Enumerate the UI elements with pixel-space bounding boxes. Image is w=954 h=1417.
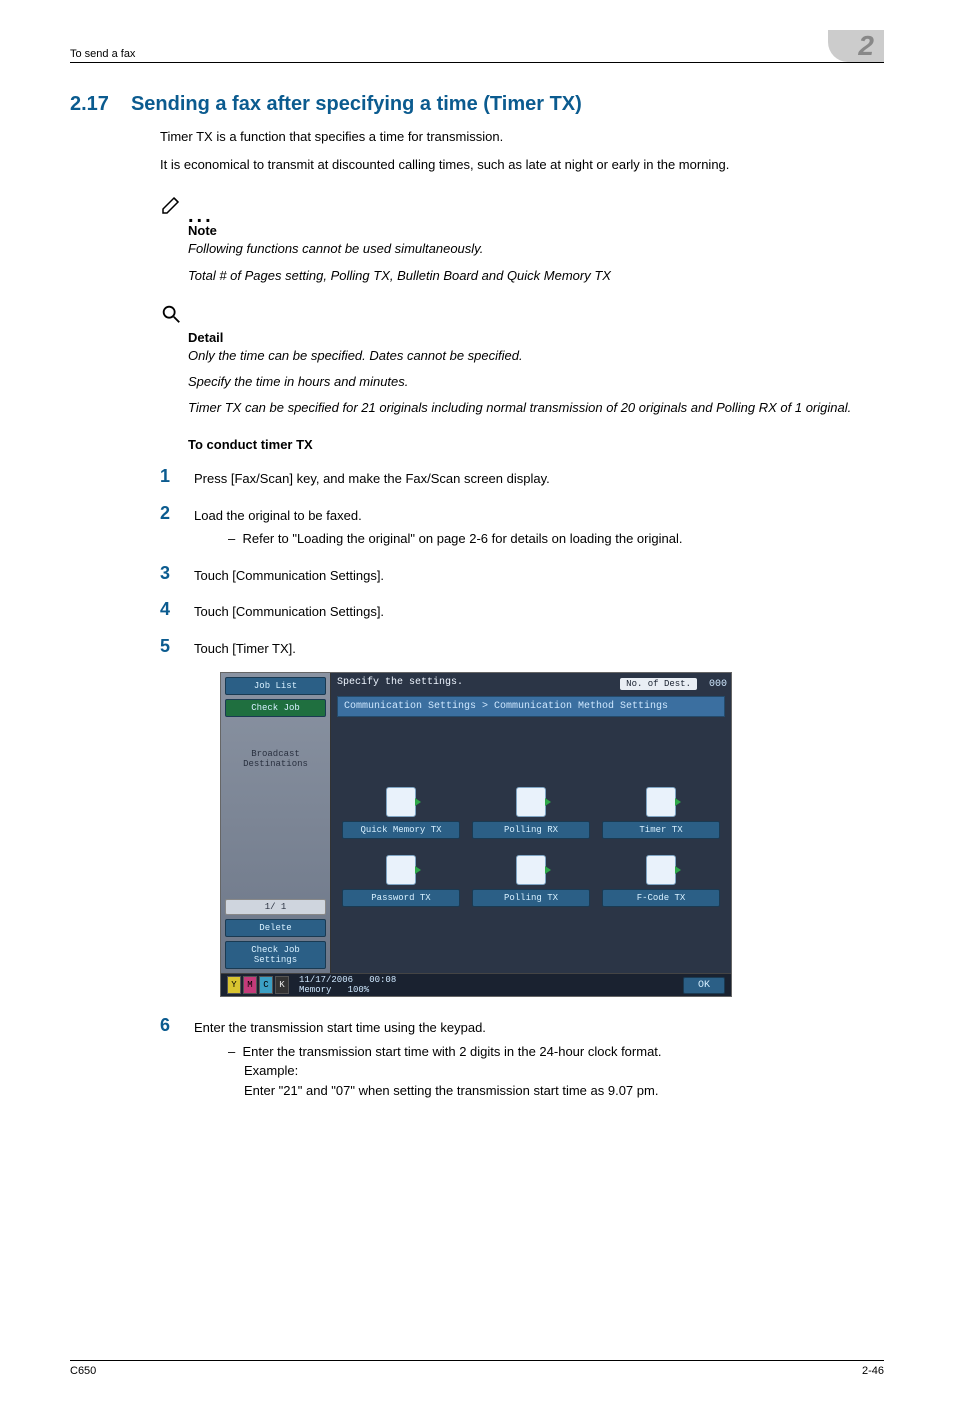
step-2-sub-text: Refer to "Loading the original" on page … xyxy=(242,531,682,546)
step-3: 3 Touch [Communication Settings]. xyxy=(160,563,884,586)
fcode-tx-option[interactable]: F-Code TX xyxy=(605,855,717,907)
device-sidebar: Job List Check Job Broadcast Destination… xyxy=(221,673,331,973)
note-line-2: Total # of Pages setting, Polling TX, Bu… xyxy=(188,267,884,285)
detail-label: Detail xyxy=(188,330,884,345)
step-6-sub1: Enter the transmission start time with 2… xyxy=(242,1044,661,1059)
password-tx-label: Password TX xyxy=(342,889,460,907)
status-memory-label: Memory xyxy=(299,985,331,995)
page-indicator: 1/ 1 xyxy=(225,899,326,915)
polling-tx-label: Polling TX xyxy=(472,889,590,907)
password-tx-option[interactable]: Password TX xyxy=(345,855,457,907)
step-number: 5 xyxy=(160,636,176,657)
section-title: Sending a fax after specifying a time (T… xyxy=(131,93,582,116)
password-tx-icon xyxy=(386,855,416,885)
step-number: 1 xyxy=(160,466,176,487)
step-number: 6 xyxy=(160,1015,176,1036)
page: To send a fax 2 2.17 Sending a fax after… xyxy=(0,0,954,1417)
body: Timer TX is a function that specifies a … xyxy=(160,128,884,1100)
note-block: ... Note Following functions cannot be u… xyxy=(160,192,884,284)
step-5: 5 Touch [Timer TX]. xyxy=(160,636,884,659)
polling-rx-icon xyxy=(516,787,546,817)
step-6-text: Enter the transmission start time using … xyxy=(194,1015,662,1100)
section-heading: 2.17 Sending a fax after specifying a ti… xyxy=(70,93,884,116)
check-job-button[interactable]: Check Job xyxy=(225,699,326,717)
step-6-sub: – Enter the transmission start time with… xyxy=(228,1042,662,1101)
timer-tx-label: Timer TX xyxy=(602,821,720,839)
status-date: 11/17/2006 xyxy=(299,975,353,985)
polling-tx-option[interactable]: Polling TX xyxy=(475,855,587,907)
device-main: Specify the settings. No. of Dest. 000 C… xyxy=(331,673,731,973)
section-number: 2.17 xyxy=(70,93,109,116)
pencil-icon xyxy=(160,192,184,221)
note-line-1: Following functions cannot be used simul… xyxy=(188,240,884,258)
procedure-heading: To conduct timer TX xyxy=(188,437,884,452)
toner-y-icon: Y xyxy=(227,976,241,994)
detail-block: Detail Only the time can be specified. D… xyxy=(160,303,884,418)
polling-tx-icon xyxy=(516,855,546,885)
device-statusbar: Y M C K 11/17/2006 00:08 Memory 100% OK xyxy=(221,973,731,996)
device-screenshot: Job List Check Job Broadcast Destination… xyxy=(220,672,732,997)
toner-c-icon: C xyxy=(259,976,273,994)
detail-line-3: Timer TX can be specified for 21 origina… xyxy=(188,399,884,417)
step-3-text: Touch [Communication Settings]. xyxy=(194,563,384,586)
status-info-block: 11/17/2006 00:08 Memory 100% xyxy=(289,975,683,995)
broadcast-destinations-label: Broadcast Destinations xyxy=(225,749,326,769)
polling-rx-option[interactable]: Polling RX xyxy=(475,787,587,839)
fcode-tx-icon xyxy=(646,855,676,885)
ellipsis-icon: ... xyxy=(188,211,214,221)
detail-line-2: Specify the time in hours and minutes. xyxy=(188,373,884,391)
device-options-grid: Quick Memory TX Polling RX Timer TX xyxy=(331,717,731,973)
step-1: 1 Press [Fax/Scan] key, and make the Fax… xyxy=(160,466,884,489)
status-memory-value: 100% xyxy=(348,985,370,995)
page-header: To send a fax 2 xyxy=(70,30,884,63)
step-number: 4 xyxy=(160,599,176,620)
timer-tx-option[interactable]: Timer TX xyxy=(605,787,717,839)
num-of-dest-label: No. of Dest. xyxy=(620,678,697,690)
num-of-dest-value: 000 xyxy=(709,679,727,690)
toner-k-icon: K xyxy=(275,976,289,994)
device-titlebar: Specify the settings. No. of Dest. 000 xyxy=(331,673,731,692)
step-number: 2 xyxy=(160,503,176,524)
job-list-button[interactable]: Job List xyxy=(225,677,326,695)
device-body: Job List Check Job Broadcast Destination… xyxy=(221,673,731,973)
toner-m-icon: M xyxy=(243,976,257,994)
header-breadcrumb: To send a fax xyxy=(70,48,135,62)
page-footer: C650 2-46 xyxy=(70,1360,884,1377)
step-5-text: Touch [Timer TX]. xyxy=(194,636,296,659)
polling-rx-label: Polling RX xyxy=(472,821,590,839)
step-6-sub2: Example: xyxy=(244,1063,298,1078)
step-6: 6 Enter the transmission start time usin… xyxy=(160,1015,884,1100)
detail-line-1: Only the time can be specified. Dates ca… xyxy=(188,347,884,365)
device-breadcrumb: Communication Settings > Communication M… xyxy=(337,696,725,717)
fcode-tx-label: F-Code TX xyxy=(602,889,720,907)
device-title: Specify the settings. xyxy=(331,673,469,692)
quick-memory-tx-option[interactable]: Quick Memory TX xyxy=(345,787,457,839)
quick-memory-tx-icon xyxy=(386,787,416,817)
step-1-text: Press [Fax/Scan] key, and make the Fax/S… xyxy=(194,466,550,489)
intro-paragraph-1: Timer TX is a function that specifies a … xyxy=(160,128,884,146)
toner-indicators: Y M C K xyxy=(227,976,289,994)
timer-tx-icon xyxy=(646,787,676,817)
delete-button[interactable]: Delete xyxy=(225,919,326,937)
step-2-main: Load the original to be faxed. xyxy=(194,508,362,523)
step-2-sub: – Refer to "Loading the original" on pag… xyxy=(228,529,682,549)
step-6-sub3: Enter "21" and "07" when setting the tra… xyxy=(244,1083,658,1098)
footer-page: 2-46 xyxy=(862,1365,884,1377)
quick-memory-tx-label: Quick Memory TX xyxy=(342,821,460,839)
step-6-main: Enter the transmission start time using … xyxy=(194,1020,486,1035)
step-2: 2 Load the original to be faxed. – Refer… xyxy=(160,503,884,549)
footer-model: C650 xyxy=(70,1365,96,1377)
step-2-text: Load the original to be faxed. – Refer t… xyxy=(194,503,682,549)
step-number: 3 xyxy=(160,563,176,584)
ok-button[interactable]: OK xyxy=(683,977,725,994)
note-label: Note xyxy=(188,223,884,238)
status-time: 00:08 xyxy=(369,975,396,985)
intro-paragraph-2: It is economical to transmit at discount… xyxy=(160,156,884,174)
step-4: 4 Touch [Communication Settings]. xyxy=(160,599,884,622)
step-4-text: Touch [Communication Settings]. xyxy=(194,599,384,622)
magnifier-icon xyxy=(160,303,884,330)
note-icon-row: ... xyxy=(160,192,884,221)
chapter-number-badge: 2 xyxy=(828,30,884,62)
check-job-settings-button[interactable]: Check Job Settings xyxy=(225,941,326,969)
